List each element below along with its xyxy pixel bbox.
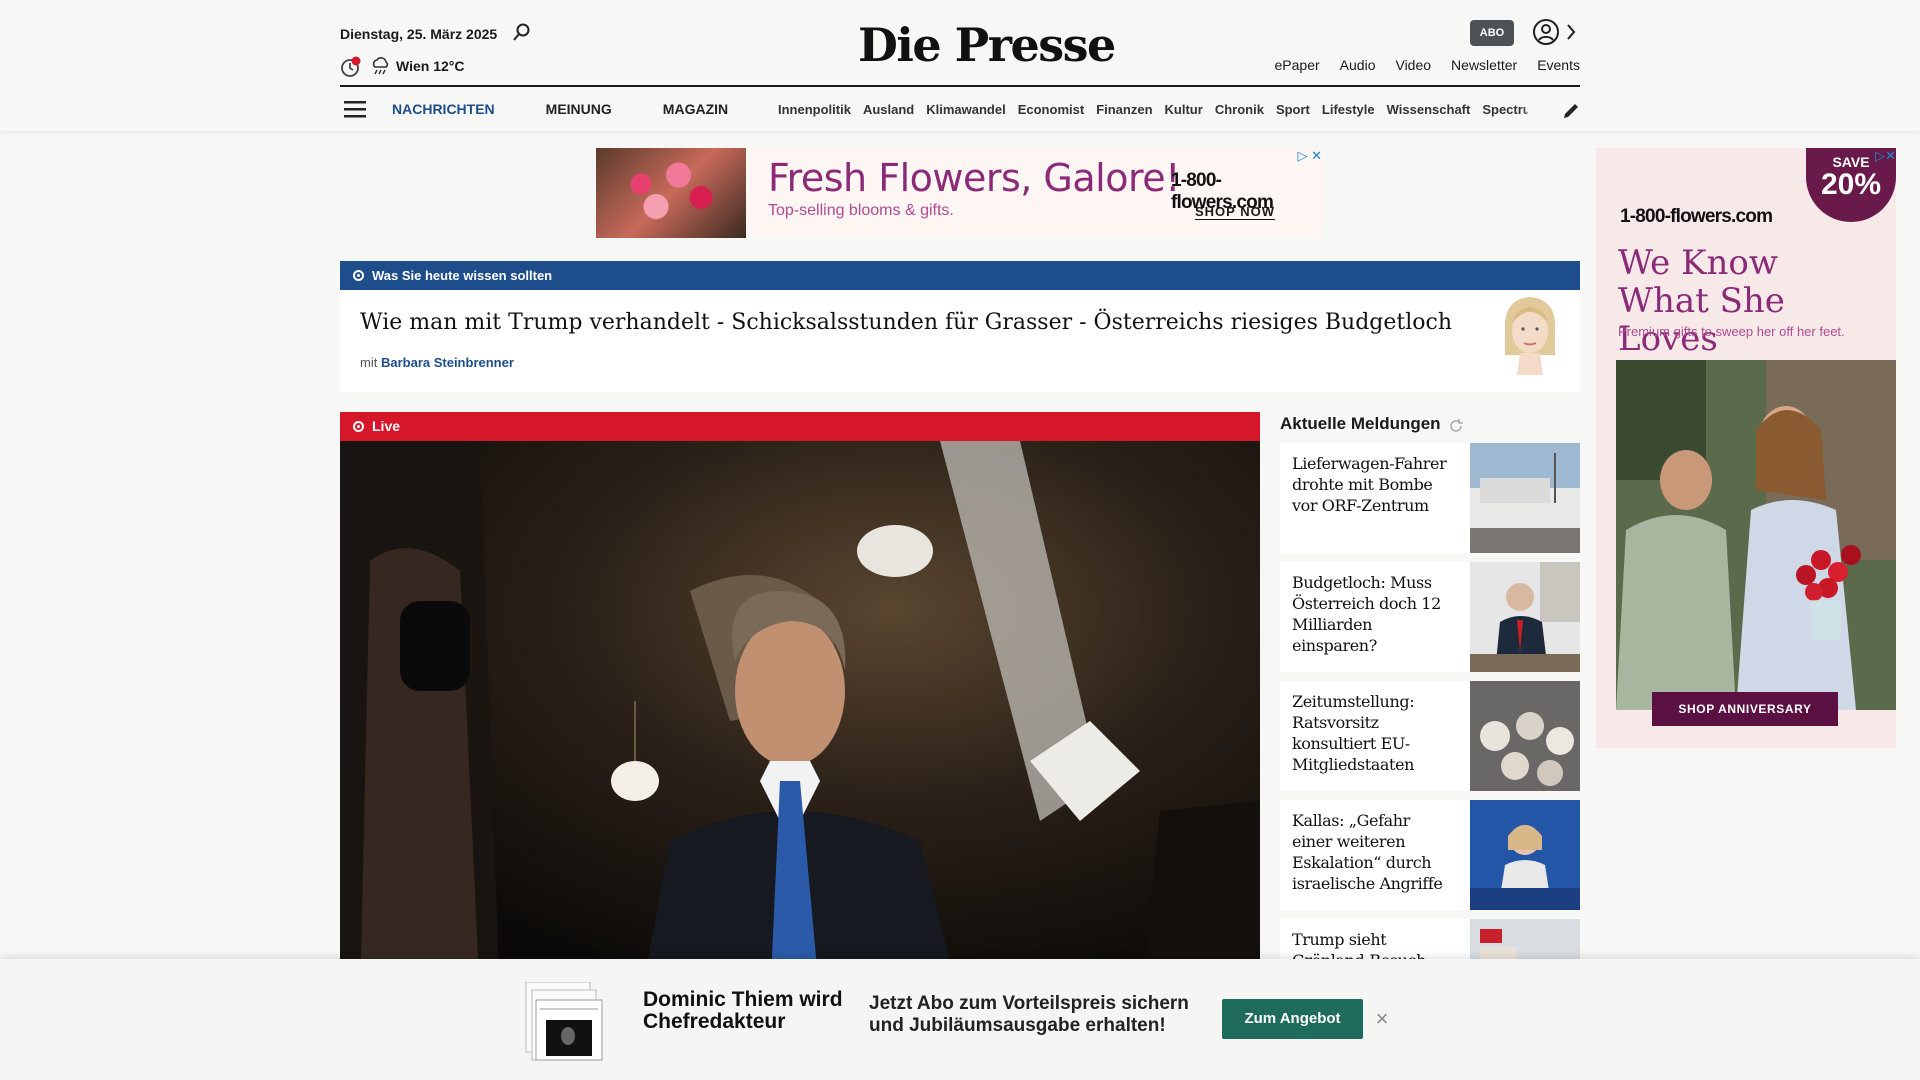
hamburger-menu-icon[interactable] <box>344 100 366 118</box>
news-item-title: Kallas: „Gefahr einer weiteren Eskalatio… <box>1292 811 1443 893</box>
link-events[interactable]: Events <box>1537 57 1580 73</box>
flower-bouquet-image <box>596 148 746 238</box>
news-item[interactable]: Zeitumstellung: Ratsvorsitz konsultiert … <box>1280 681 1580 791</box>
nav-lifestyle[interactable]: Lifestyle <box>1322 102 1375 117</box>
nav-klimawandel[interactable]: Klimawandel <box>926 102 1005 117</box>
news-item[interactable]: Lieferwagen-Fahrer drohte mit Bombe vor … <box>1280 443 1580 553</box>
side-advertisement[interactable]: SAVE 20% ▷✕ 1-800-flowers.com We Know Wh… <box>1596 148 1896 748</box>
ad-headline: Fresh Flowers, Galore! <box>768 156 1180 200</box>
newspaper-stack-image <box>525 982 603 1061</box>
nav-wissenschaft[interactable]: Wissenschaft <box>1387 102 1471 117</box>
live-story-photo[interactable] <box>340 441 1260 962</box>
close-icon[interactable]: × <box>1372 1007 1392 1031</box>
couple-gift-image <box>1616 360 1896 710</box>
weather-widget[interactable]: Wien 12°C <box>370 56 465 76</box>
briefing-label-bar: Was Sie heute wissen sollten <box>340 261 1580 290</box>
nav-meinung[interactable]: MEINUNG <box>546 101 612 117</box>
link-newsletter[interactable]: Newsletter <box>1451 57 1517 73</box>
nav-magazin[interactable]: MAGAZIN <box>663 101 728 117</box>
ad-close-icon[interactable]: ▷✕ <box>1862 148 1896 164</box>
nav-kultur[interactable]: Kultur <box>1165 102 1203 117</box>
zum-angebot-button[interactable]: Zum Angebot <box>1222 999 1363 1039</box>
live-dot-icon <box>353 421 364 432</box>
ad-headline: We Know What She Loves <box>1618 243 1785 359</box>
link-audio[interactable]: Audio <box>1340 57 1376 73</box>
radio-dot-icon <box>353 270 364 281</box>
live-label: Live <box>372 418 401 434</box>
site-logo[interactable]: Die Presse <box>858 18 1116 72</box>
current-date: Dienstag, 25. März 2025 <box>340 26 498 42</box>
ad-brand-logo: 1-800-flowers.com <box>1620 206 1773 227</box>
promo-headline: Dominic Thiem wird Chefredakteur <box>643 988 843 1033</box>
ad-shop-now-link[interactable]: SHOP NOW <box>1195 204 1275 220</box>
nav-economist[interactable]: Economist <box>1018 102 1084 117</box>
pencil-icon[interactable] <box>1562 102 1580 120</box>
section-nav: Innenpolitik Ausland Klimawandel Economi… <box>778 102 1528 117</box>
nav-innenpolitik[interactable]: Innenpolitik <box>778 102 851 117</box>
ad-close-icon[interactable]: ▷ ✕ <box>1286 148 1322 164</box>
nav-nachrichten[interactable]: NACHRICHTEN <box>392 101 495 117</box>
nav-ausland[interactable]: Ausland <box>863 102 914 117</box>
refresh-icon[interactable] <box>1448 418 1464 434</box>
news-ticker-title: Aktuelle Meldungen <box>1280 414 1441 433</box>
author-prefix: mit <box>360 355 378 370</box>
header-divider <box>340 85 1580 87</box>
site-header: Dienstag, 25. März 2025 Wien 12°C Die Pr… <box>0 0 1920 131</box>
author-name-link[interactable]: Barbara Steinbrenner <box>381 355 514 370</box>
news-item-title: Lieferwagen-Fahrer drohte mit Bombe vor … <box>1292 454 1447 515</box>
ad-subline: Top-selling blooms & gifts. <box>768 202 954 219</box>
news-item[interactable]: Kallas: „Gefahr einer weiteren Eskalatio… <box>1280 800 1580 910</box>
abo-button[interactable]: ABO <box>1470 20 1514 46</box>
news-item-thumbnail <box>1470 681 1580 791</box>
notification-icon[interactable] <box>340 56 362 78</box>
news-item[interactable]: Trump sieht Grönland-Besuch <box>1280 919 1580 962</box>
shop-anniversary-button[interactable]: SHOP ANNIVERSARY <box>1652 692 1838 726</box>
live-story[interactable]: Live <box>340 412 1260 962</box>
news-item-thumbnail <box>1470 562 1580 672</box>
link-epaper[interactable]: ePaper <box>1275 57 1320 73</box>
live-label-bar: Live <box>340 412 1260 441</box>
search-icon[interactable] <box>512 22 532 42</box>
chevron-right-icon[interactable] <box>1564 22 1578 42</box>
nav-finanzen[interactable]: Finanzen <box>1096 102 1152 117</box>
rain-cloud-icon <box>372 57 389 75</box>
user-account-icon[interactable] <box>1532 18 1560 46</box>
link-video[interactable]: Video <box>1395 57 1431 73</box>
top-advertisement[interactable]: Fresh Flowers, Galore! Top-selling bloom… <box>596 148 1323 238</box>
briefing-title[interactable]: Wie man mit Trump verhandelt - Schicksal… <box>360 310 1452 335</box>
discount-percent: 20% <box>1820 168 1882 201</box>
main-nav: NACHRICHTEN MEINUNG MAGAZIN <box>392 101 728 117</box>
nav-chronik[interactable]: Chronik <box>1215 102 1264 117</box>
news-ticker: Aktuelle Meldungen Lieferwagen-Fahrer dr… <box>1280 412 1580 962</box>
daily-briefing-card[interactable]: Was Sie heute wissen sollten Wie man mit… <box>340 261 1580 392</box>
subscription-banner: Dominic Thiem wird Chefredakteur Jetzt A… <box>0 959 1920 1080</box>
news-item[interactable]: Budgetloch: Muss Österreich doch 12 Mill… <box>1280 562 1580 672</box>
nav-fade <box>1520 98 1550 122</box>
weather-text: Wien 12°C <box>396 58 465 74</box>
ad-subline: Premium gifts to sweep her off her feet. <box>1618 324 1845 339</box>
briefing-label: Was Sie heute wissen sollten <box>372 268 553 283</box>
author-avatar <box>1504 297 1556 375</box>
news-item-title: Zeitumstellung: Ratsvorsitz konsultiert … <box>1292 692 1415 774</box>
news-item-title: Budgetloch: Muss Österreich doch 12 Mill… <box>1292 573 1441 655</box>
promo-text: Jetzt Abo zum Vorteilspreis sichern und … <box>869 993 1189 1036</box>
news-item-title: Trump sieht Grönland-Besuch <box>1292 930 1426 962</box>
news-item-thumbnail <box>1470 443 1580 553</box>
nav-sport[interactable]: Sport <box>1276 102 1310 117</box>
news-item-thumbnail <box>1470 800 1580 910</box>
news-item-thumbnail <box>1470 919 1580 962</box>
briefing-author: mit Barbara Steinbrenner <box>360 355 514 370</box>
top-links: ePaper Audio Video Newsletter Events <box>1275 57 1580 73</box>
